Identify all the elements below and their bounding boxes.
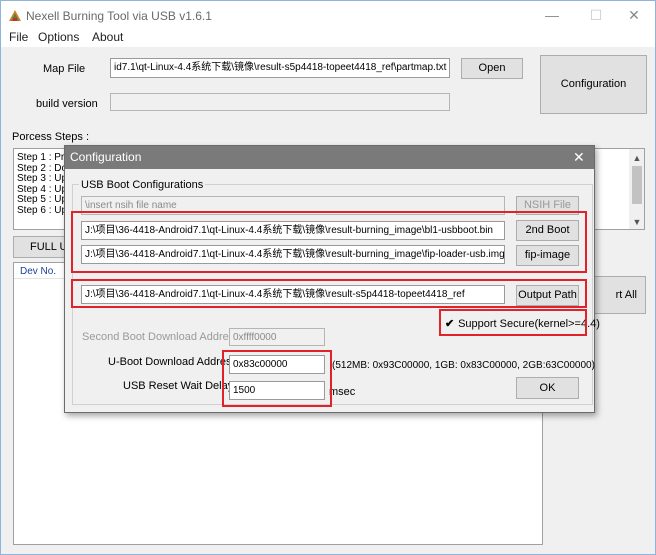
app-logo-icon: [9, 10, 21, 21]
highlight-boot-files: [71, 211, 587, 273]
list-item: Step 1 : Pr: [17, 152, 65, 163]
menu-file[interactable]: File: [9, 30, 28, 44]
configuration-button[interactable]: Configuration: [540, 55, 647, 114]
minimize-button[interactable]: —: [540, 6, 564, 24]
dialog-title-bar: [65, 146, 594, 169]
menu-options[interactable]: Options: [38, 30, 79, 44]
uboot-address-hint: (512MB: 0x93C00000, 1GB: 0x83C00000, 2GB…: [332, 360, 595, 371]
list-item: Step 6 : Up: [17, 204, 68, 216]
scrollbar-thumb[interactable]: [632, 166, 642, 204]
usb-boot-group-label: USB Boot Configurations: [79, 179, 206, 191]
scroll-down-icon[interactable]: ▼: [631, 217, 643, 227]
screen: { "app": { "title": "Nexell Burning Tool…: [0, 0, 656, 555]
second-boot-address-label: Second Boot Download Address :: [82, 331, 246, 343]
scroll-up-icon[interactable]: ▲: [631, 153, 643, 163]
dialog-close-icon[interactable]: ✕: [573, 149, 585, 166]
build-version-field: [110, 93, 450, 111]
map-file-label: Map File: [43, 63, 86, 75]
dialog-title: Configuration: [70, 150, 142, 164]
ok-button[interactable]: OK: [516, 377, 579, 399]
highlight-support-secure: [439, 309, 587, 336]
close-button[interactable]: ✕: [622, 6, 646, 24]
map-file-input[interactable]: id7.1\qt-Linux-4.4系统下载\镜像\result-s5p4418…: [110, 58, 450, 78]
menu-about[interactable]: About: [92, 30, 123, 44]
list-item: Step 3 : Up: [17, 173, 68, 184]
list-item: Step 5 : Up: [17, 194, 68, 205]
highlight-output-path: [71, 279, 587, 308]
maximize-button[interactable]: ☐: [584, 6, 608, 24]
dev-no-header: Dev No.: [20, 266, 57, 277]
usb-delay-unit: msec: [329, 386, 356, 398]
full-usb-button[interactable]: FULL US: [13, 236, 75, 258]
build-version-label: build version: [36, 98, 98, 110]
process-steps-text: Step 1 : Pr Step 2 : Do Step 3 : Up Step…: [17, 152, 68, 216]
uboot-address-label: U-Boot Download Address: [108, 356, 238, 368]
highlight-uboot-settings: [222, 350, 332, 407]
window-title: Nexell Burning Tool via USB v1.6.1: [26, 9, 212, 23]
second-boot-address-field: 0xffff0000: [229, 328, 325, 346]
process-steps-label: Porcess Steps :: [12, 131, 90, 143]
open-button[interactable]: Open: [461, 58, 523, 79]
